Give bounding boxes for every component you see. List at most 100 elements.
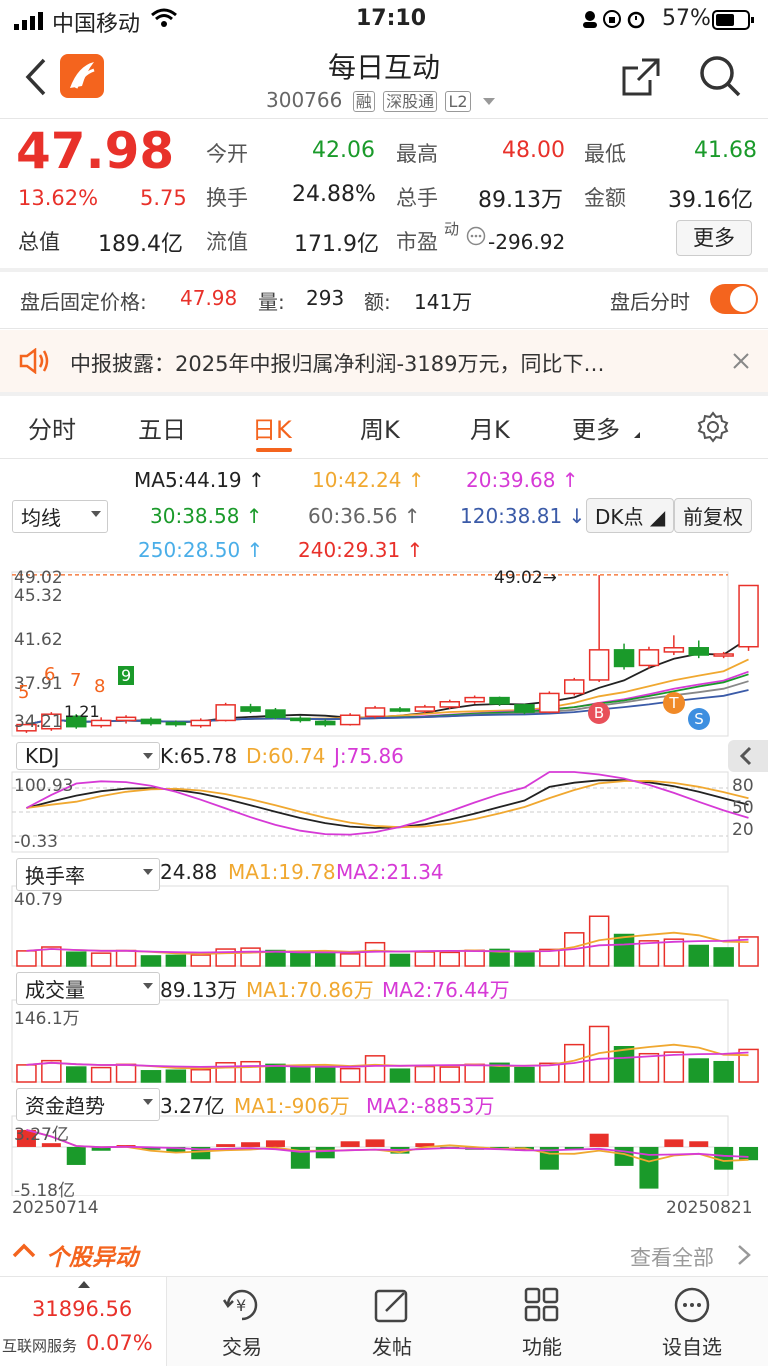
search-icon[interactable] <box>698 54 742 102</box>
turnover-current: 24.88 <box>160 860 218 884</box>
volume-ma2: MA2:76.44万 <box>382 978 510 1002</box>
trade-icon: ¥ <box>222 1289 258 1321</box>
seq-label-7: 7 <box>70 670 82 691</box>
lock-rotation-icon <box>580 9 650 33</box>
tab-more[interactable]: 更多 <box>572 410 620 445</box>
after-hours-row: 盘后固定价格: 47.98 量: 293 额: 141万 盘后分时 <box>0 272 768 328</box>
more-button[interactable]: 更多 <box>676 220 752 256</box>
turnover-bar <box>66 951 87 967</box>
ma5-value: MA5:44.19 ↑ <box>134 468 265 492</box>
bottom-bar: 31896.56 互联网服务 0.07% ¥ 交易 发帖 功能 设自选 <box>0 1277 768 1366</box>
ma10-value: 10:42.24 ↑ <box>312 468 425 492</box>
volume-bar <box>464 1063 485 1083</box>
kdj-20: 20 <box>732 820 754 840</box>
stock-movers-section[interactable]: 个股异动 查看全部 <box>0 1228 768 1276</box>
turnover-selector[interactable]: 换手率 <box>16 858 160 891</box>
after-hours-toggle[interactable] <box>710 284 758 314</box>
add-watchlist-button[interactable]: 设自选 <box>632 1285 752 1360</box>
index-value: 31896.56 <box>32 1297 133 1321</box>
chart-tabs: 分时 五日 日K 周K 月K 更多 <box>0 396 768 458</box>
fund-bar <box>241 1142 261 1147</box>
post-button[interactable]: 发帖 <box>332 1285 452 1360</box>
turnover-bar <box>16 950 37 967</box>
badge-margin: 融 <box>352 91 375 112</box>
signal-icon <box>14 12 46 34</box>
seq-label-5: 5 <box>18 682 30 703</box>
turnover-bar <box>165 954 187 967</box>
notice-bar[interactable]: 中报披露：2025年中报归属净利润-3189万元，同比下… <box>0 330 768 392</box>
seq-label-6: 6 <box>44 664 56 685</box>
volume-bar <box>713 1060 734 1083</box>
collapse-tab-icon[interactable] <box>728 740 768 772</box>
fund-selector[interactable]: 资金趋势 <box>16 1088 160 1121</box>
chevron-right-icon[interactable] <box>736 1244 752 1270</box>
watchlist-label: 设自选 <box>662 1335 722 1359</box>
candle-body <box>489 696 510 705</box>
close-icon[interactable] <box>732 352 750 374</box>
sell-marker[interactable]: S <box>688 708 710 730</box>
turnover-ma2: MA2:21.34 <box>336 860 444 884</box>
adjust-button[interactable]: 前复权 <box>674 498 752 533</box>
tab-daily-k[interactable]: 日K <box>252 410 292 445</box>
open-label: 今开 <box>206 142 248 166</box>
badge-sz-connect: 深股通 <box>383 91 438 112</box>
share-icon[interactable] <box>620 56 662 102</box>
tab-five-day[interactable]: 五日 <box>138 410 186 445</box>
volume-bar <box>663 1051 685 1083</box>
tab-intraday[interactable]: 分时 <box>28 410 76 445</box>
t-marker[interactable]: T <box>663 692 685 714</box>
nav-header: 每日互动 300766 融 深股通 L2 <box>0 40 768 118</box>
dropdown-caret-icon <box>482 98 495 105</box>
fund-bar <box>265 1140 285 1147</box>
turnover-ma1: MA1:19.78 <box>228 860 336 884</box>
fund-ma1: MA1:-906万 <box>234 1094 350 1118</box>
candle-body <box>290 717 311 722</box>
ma60-value: 60:36.56 ↑ <box>308 504 421 528</box>
grid-icon <box>524 1287 559 1322</box>
volume-bar <box>439 1066 460 1083</box>
ma10-line <box>26 658 749 726</box>
gear-icon[interactable] <box>696 410 730 448</box>
volume-value: 89.13万 <box>478 188 563 213</box>
volume-bar <box>165 1069 187 1083</box>
kdj-50: 50 <box>732 798 754 818</box>
dk-point-button[interactable]: DK点 ◢ <box>586 498 675 533</box>
tab-monthly-k[interactable]: 月K <box>470 410 510 445</box>
volume-bar <box>339 1067 361 1083</box>
after-hours-amt: 141万 <box>414 290 473 314</box>
turnover-bar <box>389 953 411 967</box>
ma250-value: 250:28.50 ↑ <box>138 538 264 562</box>
stock-code: 300766 <box>266 88 343 112</box>
ma-selector[interactable]: 均线 <box>12 500 108 533</box>
volume-bar <box>115 1063 137 1083</box>
trade-label: 交易 <box>222 1335 262 1359</box>
tab-weekly-k[interactable]: 周K <box>360 410 400 445</box>
quote-block: 47.98 13.62% 5.75 总值 189.4亿 今开 42.06 最高 … <box>0 120 768 270</box>
chevron-up-icon <box>12 1240 36 1264</box>
index-widget[interactable]: 31896.56 互联网服务 0.07% <box>0 1277 167 1366</box>
candle-body <box>613 649 635 668</box>
date-end: 20250821 <box>666 1198 753 1218</box>
function-button[interactable]: 功能 <box>482 1285 602 1360</box>
turnover-bar <box>713 947 734 967</box>
date-start: 20250714 <box>12 1198 99 1218</box>
volume-bar <box>290 1066 311 1083</box>
volume-bar <box>90 1066 112 1083</box>
compose-icon <box>374 1289 408 1323</box>
buy-marker[interactable]: B <box>588 702 610 724</box>
battery-icon <box>712 10 756 34</box>
volume-selector[interactable]: 成交量 <box>16 972 160 1005</box>
view-all-link[interactable]: 查看全部 <box>630 1242 714 1272</box>
turnover-bar <box>514 952 535 967</box>
open-value: 42.06 <box>312 138 375 163</box>
turnover-bar <box>240 947 261 967</box>
volume-bar <box>240 1060 261 1083</box>
volume-bar <box>16 1064 37 1083</box>
trade-button[interactable]: ¥ 交易 <box>182 1285 302 1360</box>
more-circle-icon <box>674 1287 710 1323</box>
wifi-icon <box>150 8 178 32</box>
pe-info-icon[interactable] <box>466 226 486 250</box>
volume-label: 总手 <box>396 186 438 210</box>
stock-code-row[interactable]: 300766 融 深股通 L2 <box>266 88 495 112</box>
kdj-selector[interactable]: KDJ <box>16 742 160 770</box>
